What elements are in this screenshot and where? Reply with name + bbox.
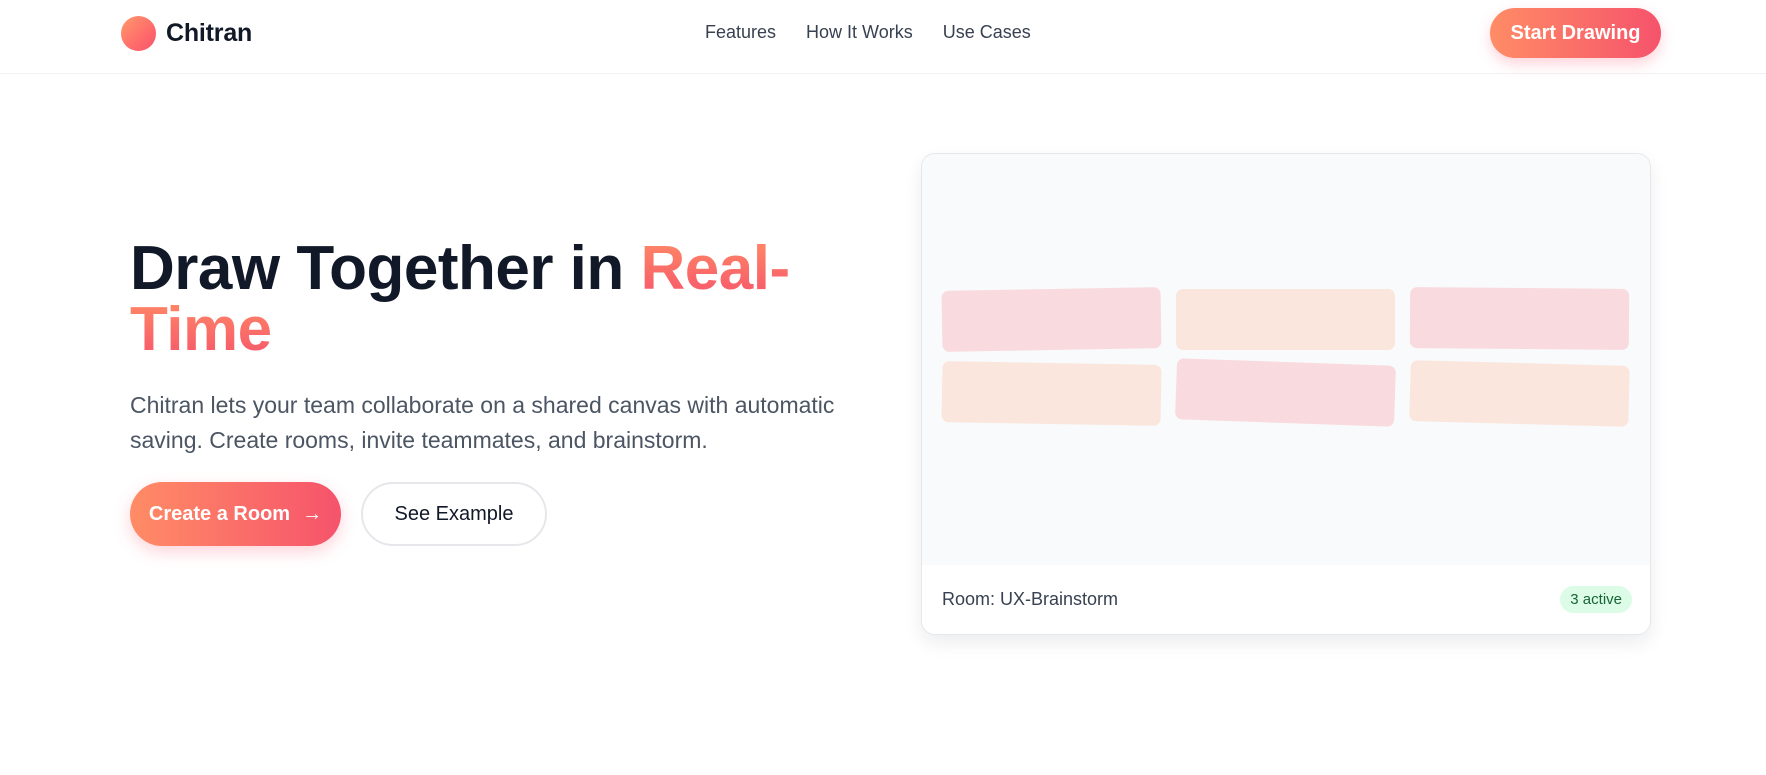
hero-subtitle: Chitran lets your team collaborate on a … — [130, 392, 835, 453]
see-example-button[interactable]: See Example — [361, 482, 547, 546]
canvas-area — [922, 154, 1650, 565]
room-label: Room: UX-Brainstorm — [942, 589, 1119, 609]
logo-circle-icon — [121, 16, 156, 51]
nav-links: Features How It Works Use Cases — [705, 22, 1031, 43]
sticky-note — [1176, 289, 1395, 350]
hero-title: Draw Together in Real-Time — [130, 238, 850, 361]
canvas-preview-card: Room: UX-Brainstorm 3 active — [921, 153, 1651, 635]
logo[interactable]: Chitran — [121, 16, 252, 51]
card-footer: Room: UX-Brainstorm 3 active — [922, 565, 1650, 634]
sticky-note — [941, 361, 1162, 426]
sticky-note — [1409, 360, 1630, 427]
arrow-right-icon: → — [302, 502, 323, 525]
nav-link-use-cases[interactable]: Use Cases — [943, 22, 1031, 43]
start-drawing-button[interactable]: Start Drawing — [1490, 8, 1661, 58]
create-room-button[interactable]: Create a Room → — [130, 482, 341, 546]
create-room-label: Create a Room — [148, 502, 291, 525]
hero-title-main: Draw Together in — [130, 234, 641, 303]
sticky-note — [1409, 287, 1630, 350]
logo-text: Chitran — [166, 19, 253, 47]
nav-link-features[interactable]: Features — [705, 22, 776, 43]
sticky-note — [941, 287, 1162, 352]
sticky-note — [1175, 358, 1396, 427]
active-users-badge: 3 active — [1560, 586, 1632, 613]
navbar: Chitran Features How It Works Use Cases … — [0, 0, 1766, 74]
nav-link-how-it-works[interactable]: How It Works — [806, 22, 913, 43]
